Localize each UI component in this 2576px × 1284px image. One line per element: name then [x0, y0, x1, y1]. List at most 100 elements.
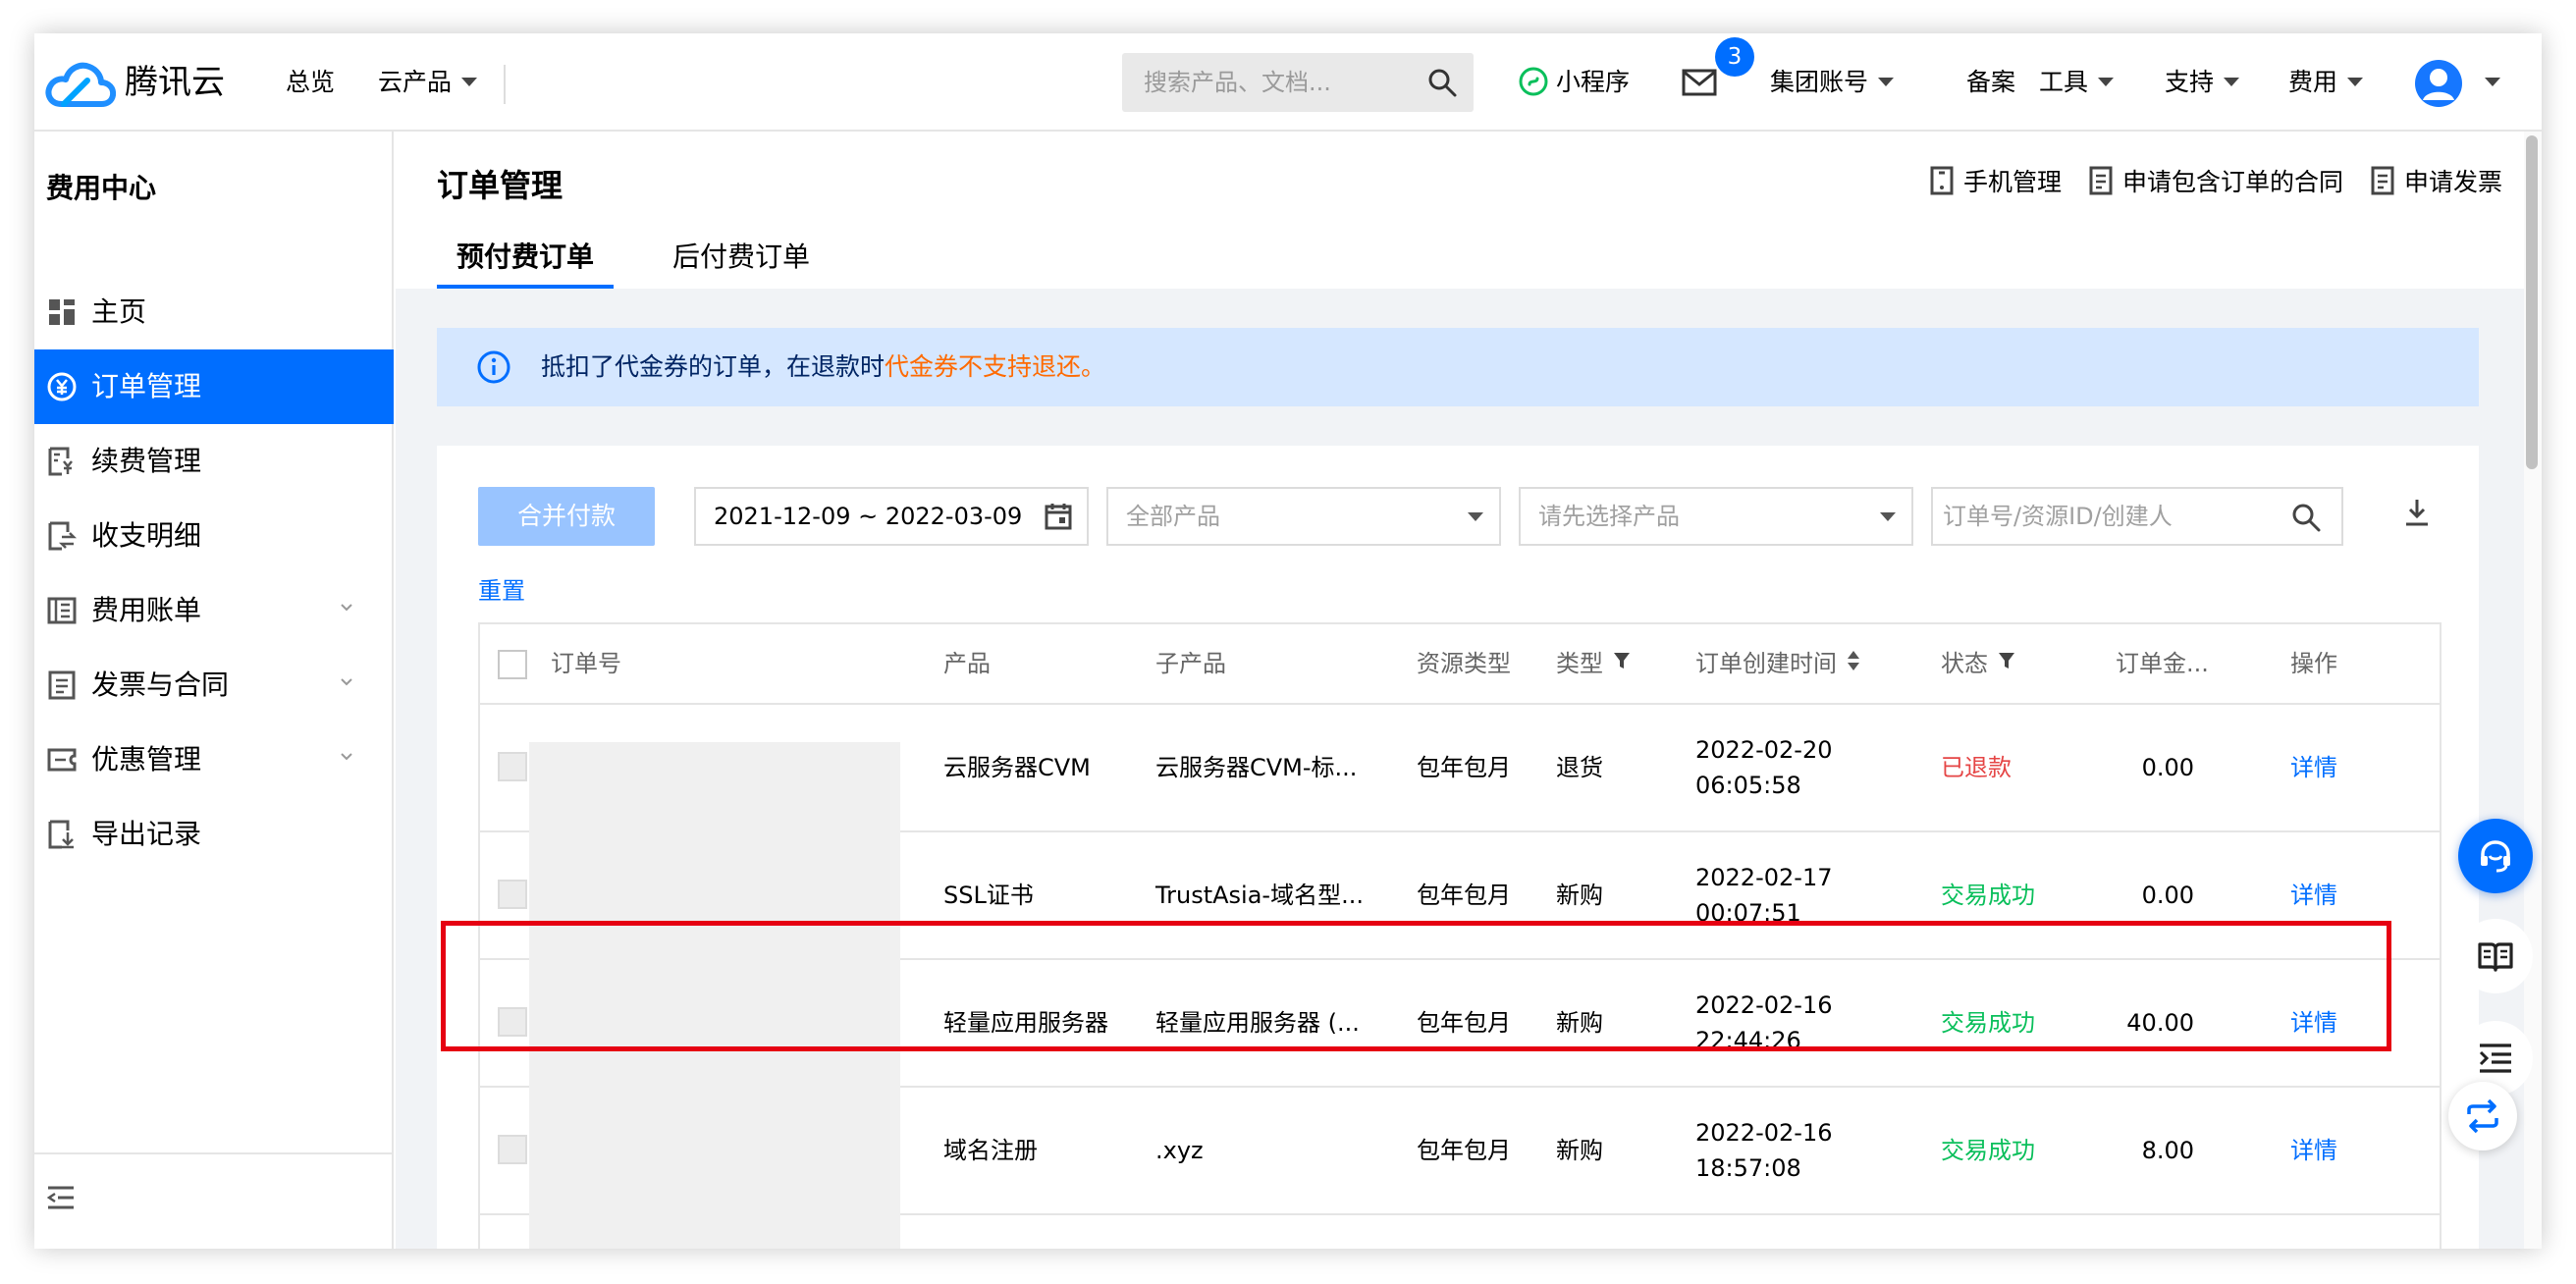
highlight-annotation-box — [441, 921, 2391, 1051]
cell-created-time: 2022-02-16 18:57:08 — [1695, 1088, 1832, 1213]
nav-group-account[interactable]: 集团账号 — [1770, 33, 1895, 132]
date-range-value: 2021-12-09 ~ 2022-03-09 — [714, 503, 1023, 530]
created-date: 2022-02-20 — [1695, 736, 1833, 764]
all-products-value: 全部产品 — [1126, 503, 1220, 530]
product-select[interactable]: 请先选择产品 — [1519, 487, 1913, 546]
col-order-no: 订单号 — [551, 650, 621, 677]
orders-card: 合并付款 2021-12-09 ~ 2022-03-09 全部产品 请先选择产品… — [437, 446, 2479, 1249]
cell-sub-product: .xyz — [1155, 1137, 1204, 1164]
sidebar-item-label: 收支明细 — [91, 519, 202, 552]
sidebar-item-renewal[interactable]: 续费管理 — [34, 424, 394, 499]
date-range-picker[interactable]: 2021-12-09 ~ 2022-03-09 — [694, 487, 1089, 546]
user-menu[interactable] — [2414, 59, 2500, 108]
sidebar-item-label: 订单管理 — [91, 370, 202, 402]
phone-management-label: 手机管理 — [1962, 168, 2062, 196]
miniprogram-icon — [1519, 67, 1548, 96]
order-search-placeholder: 订单号/资源ID/创建人 — [1943, 503, 2173, 530]
sort-icon[interactable] — [1847, 650, 1860, 671]
notice-text: 抵扣了代金券的订单，在退款时代金券不支持退还。 — [541, 328, 1105, 406]
chevron-down-icon — [341, 678, 352, 686]
filter-icon[interactable] — [1998, 651, 2015, 670]
swap-arrows-icon — [2467, 1098, 2498, 1134]
cell-status: 交易成功 — [1941, 1137, 2035, 1164]
apply-invoice-link[interactable]: 申请发票 — [2371, 161, 2502, 200]
yuan-coin-icon — [47, 372, 77, 401]
search-icon[interactable] — [2290, 502, 2322, 533]
nav-tools[interactable]: 工具 — [2039, 33, 2115, 132]
caret-down-icon — [461, 77, 478, 86]
select-all-checkbox[interactable] — [498, 650, 527, 679]
chevron-down-icon — [341, 604, 352, 612]
invoice-icon — [48, 670, 76, 700]
phone-management-link[interactable]: 手机管理 — [1930, 161, 2062, 200]
col-status[interactable]: 状态 — [1941, 624, 2015, 703]
main-content: 订单管理 手机管理 申请包含订单的合同 申请发票 预付费订单 后付费订单 抵扣了… — [396, 132, 2542, 1249]
row-checkbox[interactable] — [498, 880, 527, 909]
details-link[interactable]: 详情 — [2290, 705, 2337, 830]
indent-list-icon — [2479, 1043, 2511, 1073]
headset-icon — [2481, 840, 2510, 873]
cell-amount: 8.00 — [2141, 1137, 2194, 1164]
nav-products[interactable]: 云产品 — [378, 33, 478, 132]
created-time: 06:05:58 — [1695, 772, 1801, 799]
col-created-time[interactable]: 订单创建时间 — [1695, 624, 1860, 703]
sidebar-item-exports[interactable]: 导出记录 — [34, 797, 394, 872]
cell-created-time: 2022-02-20 06:05:58 — [1695, 705, 1832, 830]
row-checkbox[interactable] — [498, 1135, 527, 1164]
group-account-label: 集团账号 — [1770, 68, 1869, 96]
nav-overview[interactable]: 总览 — [286, 33, 335, 132]
nav-fees[interactable]: 费用 — [2288, 33, 2364, 132]
apply-contract-label: 申请包含订单的合同 — [2121, 168, 2343, 196]
sidebar-item-discounts[interactable]: 优惠管理 — [34, 722, 394, 797]
download-icon[interactable] — [2402, 497, 2432, 528]
created-date: 2022-02-16 — [1695, 1119, 1833, 1147]
sidebar: 费用中心 主页 订单管理 续费管理 收支明细 费用账单 发票与合同 优惠管理 导… — [34, 132, 394, 1249]
sidebar-item-orders[interactable]: 订单管理 — [34, 349, 394, 424]
col-type[interactable]: 类型 — [1556, 624, 1631, 703]
global-search[interactable]: 搜索产品、文档... — [1122, 53, 1474, 112]
sidebar-item-bills[interactable]: 费用账单 — [34, 573, 394, 648]
reset-link[interactable]: 重置 — [478, 571, 525, 606]
order-search-input[interactable]: 订单号/资源ID/创建人 — [1931, 487, 2343, 546]
mail-badge: 3 — [1715, 37, 1754, 77]
col-status-label: 状态 — [1941, 650, 1988, 677]
chevron-down-icon — [341, 753, 352, 761]
sidebar-item-invoices[interactable]: 发票与合同 — [34, 648, 394, 722]
customer-service-button[interactable] — [2458, 819, 2533, 893]
brand-name[interactable]: 腾讯云 — [125, 33, 225, 132]
nav-filing[interactable]: 备案 — [1966, 33, 2015, 132]
tencent-cloud-logo-icon[interactable] — [42, 55, 117, 110]
details-link[interactable]: 详情 — [2290, 1088, 2337, 1213]
cell-amount: 0.00 — [2141, 754, 2194, 781]
caret-down-icon — [2347, 77, 2364, 86]
collapse-sidebar-icon[interactable] — [46, 1184, 78, 1211]
header-actions: 手机管理 申请包含订单的合同 申请发票 — [1930, 161, 2502, 200]
sidebar-item-home[interactable]: 主页 — [34, 275, 394, 349]
calendar-icon — [1045, 504, 1072, 530]
search-icon[interactable] — [1426, 67, 1458, 98]
apply-contract-link[interactable]: 申请包含订单的合同 — [2089, 161, 2343, 200]
page-header: 订单管理 手机管理 申请包含订单的合同 申请发票 预付费订单 后付费订单 — [396, 132, 2542, 289]
sidebar-item-transactions[interactable]: 收支明细 — [34, 499, 394, 573]
tab-prepaid[interactable]: 预付费订单 — [437, 230, 615, 289]
row-checkbox[interactable] — [498, 752, 527, 781]
search-placeholder: 搜索产品、文档... — [1144, 69, 1331, 96]
cell-product: 云服务器CVM — [943, 754, 1091, 781]
scrollbar-thumb[interactable] — [2526, 135, 2538, 469]
merge-payment-button[interactable]: 合并付款 — [478, 487, 655, 546]
nav-miniprogram[interactable]: 小程序 — [1519, 33, 1630, 132]
col-created-label: 订单创建时间 — [1695, 650, 1837, 677]
caret-down-icon — [2098, 77, 2115, 86]
filter-icon[interactable] — [1613, 651, 1631, 670]
tab-postpaid[interactable]: 后付费订单 — [672, 230, 810, 289]
nav-support[interactable]: 支持 — [2165, 33, 2240, 132]
docs-button[interactable] — [2458, 919, 2533, 993]
sidebar-item-label: 续费管理 — [91, 445, 202, 477]
cell-type: 退货 — [1556, 754, 1603, 781]
open-book-icon — [2478, 942, 2513, 972]
mail-icon[interactable] — [1682, 69, 1717, 96]
top-nav: 腾讯云 总览 云产品 搜索产品、文档... 小程序 3 集团账号 备案 工具 支… — [34, 33, 2542, 132]
switch-button[interactable] — [2448, 1082, 2517, 1150]
sidebar-divider — [34, 1152, 394, 1154]
all-products-select[interactable]: 全部产品 — [1106, 487, 1501, 546]
